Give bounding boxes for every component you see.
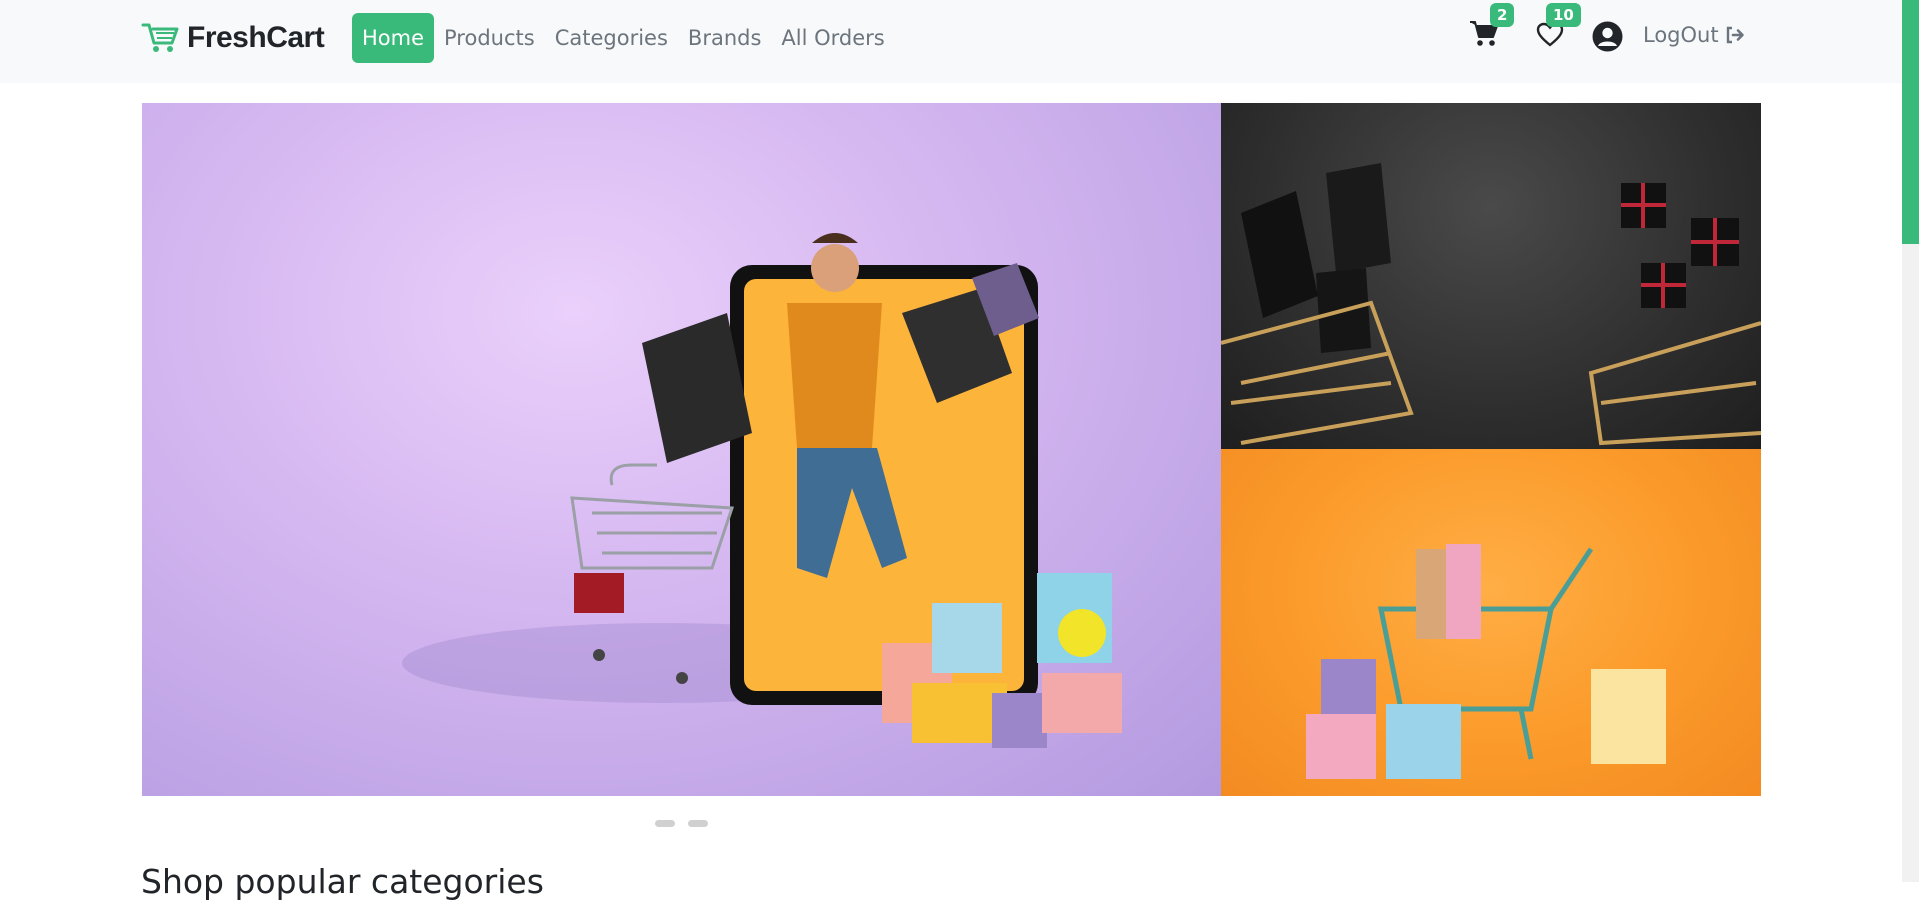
profile-button[interactable] [1592, 21, 1623, 56]
cart-count-badge: 2 [1490, 3, 1515, 27]
nav-home[interactable]: Home [352, 13, 435, 63]
logout-button[interactable]: LogOut [1643, 23, 1745, 47]
slider-indicators [655, 820, 708, 827]
sign-out-icon [1726, 26, 1744, 44]
nav-products[interactable]: Products [434, 13, 545, 63]
cart-gifts-illustration [1306, 544, 1666, 779]
user-circle-icon [1592, 21, 1623, 52]
nav-categories[interactable]: Categories [545, 13, 678, 63]
shopping-cart-icon [141, 23, 179, 52]
hero-slider-image [142, 103, 1221, 796]
page-scrollbar[interactable] [1902, 0, 1919, 882]
brand-logo[interactable]: FreshCart [141, 20, 325, 56]
nav-brands[interactable]: Brands [678, 13, 772, 63]
hero-illustration [402, 233, 1122, 748]
logout-label: LogOut [1643, 23, 1719, 47]
promo-image-top [1221, 103, 1761, 449]
wishlist-count-badge: 10 [1546, 3, 1581, 27]
main-nav: Home Products Categories Brands All Orde… [352, 13, 895, 63]
scrollbar-thumb[interactable] [1902, 0, 1919, 244]
brand-name: FreshCart [187, 21, 325, 54]
slider-dot-1[interactable] [655, 820, 675, 827]
slider-dot-2[interactable] [688, 820, 708, 827]
promo-image-bottom [1221, 449, 1761, 796]
nav-all-orders[interactable]: All Orders [771, 13, 894, 63]
carts-gifts-illustration [1221, 163, 1761, 446]
navbar: FreshCart Home Products Categories Brand… [0, 0, 1902, 83]
